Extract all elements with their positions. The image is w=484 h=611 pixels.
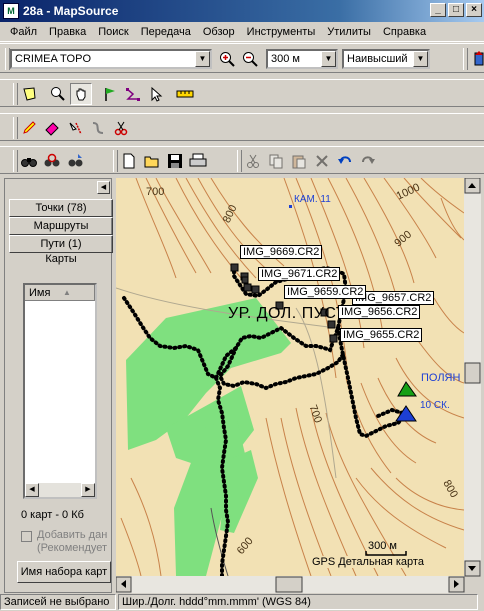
status-selection: Записей не выбрано bbox=[0, 594, 116, 610]
recommended-label: (Рекомендует bbox=[37, 542, 108, 554]
menu-edit[interactable]: Правка bbox=[43, 26, 92, 38]
map-toolbar: CRIMEA TOPO ▼ 300 м ▼ Наивысший ▼ bbox=[0, 43, 484, 73]
open-folder-icon[interactable] bbox=[141, 150, 163, 172]
zoom-tool-icon[interactable] bbox=[47, 83, 69, 105]
zoom-scale-select[interactable]: 300 м ▼ bbox=[266, 49, 338, 69]
chevron-down-icon[interactable]: ▼ bbox=[195, 51, 210, 67]
new-file-icon[interactable] bbox=[118, 150, 140, 172]
menu-utilities[interactable]: Утилиты bbox=[321, 26, 377, 38]
close-button[interactable]: × bbox=[466, 3, 482, 17]
add-to-device-checkbox[interactable] bbox=[21, 531, 32, 542]
cut-icon[interactable] bbox=[242, 150, 264, 172]
undo-icon[interactable] bbox=[334, 150, 356, 172]
chevron-down-icon[interactable]: ▼ bbox=[413, 51, 428, 67]
detail-level-select[interactable]: Наивысший ▼ bbox=[342, 49, 430, 69]
hand-tool-icon[interactable] bbox=[70, 83, 92, 105]
title-bar: M 28a - MapSource _ □ × bbox=[0, 0, 484, 22]
copy-icon[interactable] bbox=[265, 150, 287, 172]
pane-scroll-left-icon[interactable]: ◀ bbox=[97, 181, 110, 194]
menu-transfer[interactable]: Передача bbox=[135, 26, 197, 38]
detail-level-value: Наивысший bbox=[347, 53, 408, 65]
window-title: 28a - MapSource bbox=[23, 4, 119, 18]
menu-help[interactable]: Справка bbox=[377, 26, 432, 38]
ten-sk-label: 10 СК. bbox=[420, 400, 450, 411]
kam-symbol-icon bbox=[289, 205, 292, 208]
list-hscrollbar[interactable]: ◀ ▶ bbox=[25, 483, 95, 497]
find-nearby-icon[interactable] bbox=[64, 150, 86, 172]
tab-waypoints[interactable]: Точки (78) bbox=[9, 199, 113, 217]
join-track-icon[interactable] bbox=[87, 117, 109, 139]
status-coords-format: Шир./Долг. hddd°mm.mmm' (WGS 84) bbox=[118, 594, 478, 610]
kam-label: КАМ. 11 bbox=[294, 194, 331, 205]
zoom-out-icon[interactable] bbox=[239, 48, 261, 70]
redo-icon[interactable] bbox=[357, 150, 379, 172]
waypoint-label[interactable]: IMG_9655.CR2 bbox=[340, 328, 423, 342]
menu-view[interactable]: Обзор bbox=[197, 26, 241, 38]
waypoint-label[interactable]: IMG_9659.CR2 bbox=[284, 285, 367, 299]
find-icon[interactable] bbox=[18, 150, 40, 172]
transfer-to-device-icon[interactable] bbox=[468, 48, 484, 70]
select-area-icon[interactable] bbox=[18, 83, 40, 105]
map-detail-caption: GPS Детальная карта bbox=[312, 556, 424, 568]
mapset-name-button[interactable]: Имя набора карт bbox=[17, 561, 111, 583]
list-header-label: Имя bbox=[29, 286, 51, 299]
sort-asc-icon: ▲ bbox=[63, 288, 71, 297]
map-canvas[interactable] bbox=[116, 178, 481, 593]
tools-toolbar bbox=[0, 79, 484, 107]
mapsource-app-icon: M bbox=[3, 3, 19, 19]
menu-file[interactable]: Файл bbox=[4, 26, 43, 38]
data-pane: ◀ Точки (78) Маршруты Пути (1) Карты Имя… bbox=[4, 178, 113, 593]
menu-search[interactable]: Поиск bbox=[92, 26, 134, 38]
contour-label: 700 bbox=[146, 186, 165, 198]
route-tool-icon[interactable] bbox=[122, 83, 144, 105]
eraser-tool-icon[interactable] bbox=[41, 117, 63, 139]
zoom-in-icon[interactable] bbox=[216, 48, 238, 70]
tab-routes[interactable]: Маршруты bbox=[9, 217, 113, 235]
map-view[interactable]: 1000 900 800 700 700 800 600 КАМ. 11 ПОЛ… bbox=[116, 178, 481, 593]
tab-maps[interactable]: Карты bbox=[9, 251, 113, 269]
waypoint-label[interactable]: IMG_9669.CR2 bbox=[240, 245, 323, 259]
waypoint-label[interactable]: IMG_9656.CR2 bbox=[338, 305, 421, 319]
selection-arrow-icon[interactable] bbox=[145, 83, 167, 105]
waypoint-tool-icon[interactable] bbox=[99, 83, 121, 105]
scroll-right-icon[interactable]: ▶ bbox=[81, 483, 95, 497]
scissors-icon[interactable] bbox=[110, 117, 132, 139]
minimize-button[interactable]: _ bbox=[430, 3, 446, 17]
delete-icon[interactable] bbox=[311, 150, 333, 172]
polyana-label: ПОЛЯН bbox=[421, 372, 461, 384]
map-hscroll-thumb[interactable] bbox=[275, 576, 303, 593]
save-icon[interactable] bbox=[164, 150, 186, 172]
map-product-select[interactable]: CRIMEA TOPO ▼ bbox=[10, 49, 212, 69]
maximize-button[interactable]: □ bbox=[448, 3, 464, 17]
chevron-down-icon[interactable]: ▼ bbox=[321, 51, 336, 67]
scroll-left-icon[interactable]: ◀ bbox=[25, 483, 39, 497]
distance-ruler-icon[interactable] bbox=[174, 83, 196, 105]
print-icon[interactable] bbox=[187, 150, 209, 172]
pencil-tool-icon[interactable] bbox=[18, 117, 40, 139]
list-header-name[interactable]: Имя ▲ bbox=[25, 285, 95, 301]
status-bar: Записей не выбрано Шир./Долг. hddd°mm.mm… bbox=[0, 593, 484, 611]
zoom-scale-value: 300 м bbox=[271, 53, 300, 65]
standard-toolbar bbox=[0, 146, 484, 174]
find-places-icon[interactable] bbox=[41, 150, 63, 172]
divide-track-icon[interactable] bbox=[64, 117, 86, 139]
map-product-value: CRIMEA TOPO bbox=[15, 53, 92, 65]
waypoint-label[interactable]: IMG_9671.CR2 bbox=[258, 267, 341, 281]
paste-icon[interactable] bbox=[288, 150, 310, 172]
map-scale-label: 300 м bbox=[368, 540, 397, 552]
add-to-device-label: Добавить дан bbox=[37, 529, 108, 541]
map-vscroll-thumb[interactable] bbox=[464, 362, 481, 384]
menu-tools[interactable]: Инструменты bbox=[241, 26, 322, 38]
track-toolbar bbox=[0, 113, 484, 141]
menu-bar: Файл Правка Поиск Передача Обзор Инструм… bbox=[0, 22, 484, 42]
map-count: 0 карт - 0 Кб bbox=[21, 509, 84, 521]
maps-list[interactable]: Имя ▲ ◀ ▶ bbox=[23, 283, 97, 499]
